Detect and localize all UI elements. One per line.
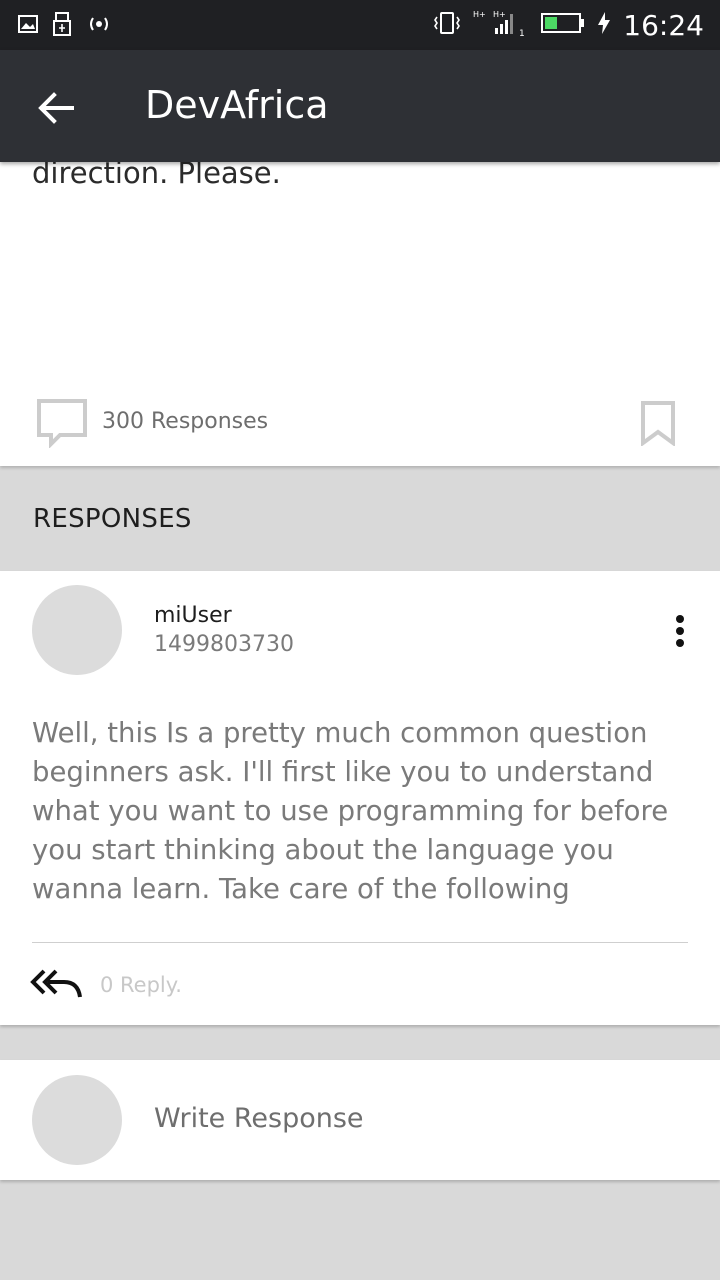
write-response-input[interactable]: Write Response	[154, 1103, 364, 1134]
response-username[interactable]: miUser	[154, 603, 232, 628]
responses-heading: RESPONSES	[33, 504, 192, 534]
divider	[32, 942, 688, 943]
page-title: DevAfrica	[145, 83, 329, 127]
bookmark-icon[interactable]	[640, 400, 676, 447]
chat-bubble-icon[interactable]	[36, 398, 88, 449]
image-icon	[18, 14, 38, 38]
reply-all-icon[interactable]	[30, 967, 84, 1001]
svg-text:H+: H+	[473, 10, 486, 19]
avatar[interactable]	[32, 585, 122, 675]
svg-text:1: 1	[519, 29, 525, 38]
arrow-left-icon	[38, 92, 74, 124]
clock: 16:24	[623, 8, 704, 42]
usb-icon	[52, 12, 72, 40]
signal-icon: H+ H+ 1	[473, 8, 529, 42]
battery-icon	[541, 12, 585, 38]
back-button[interactable]	[32, 84, 80, 132]
write-response-card: Write Response	[0, 1060, 720, 1180]
app-bar: DevAfrica	[0, 50, 720, 162]
post-card: direction. Please. 300 Responses	[0, 150, 720, 466]
status-bar: H+ H+ 1 16:24	[0, 0, 720, 50]
avatar	[32, 1075, 122, 1165]
hotspot-icon	[86, 14, 112, 38]
response-body: Well, this Is a pretty much common quest…	[32, 717, 669, 905]
svg-text:H+: H+	[493, 10, 506, 19]
responses-count: 300 Responses	[102, 409, 269, 434]
response-card: miUser 1499803730 Well, this Is a pretty…	[0, 571, 720, 1025]
response-timestamp: 1499803730	[154, 632, 294, 657]
more-vert-icon[interactable]	[668, 611, 692, 651]
charging-icon	[597, 11, 611, 39]
vibrate-icon	[433, 11, 461, 39]
reply-count[interactable]: 0 Reply.	[100, 973, 182, 997]
